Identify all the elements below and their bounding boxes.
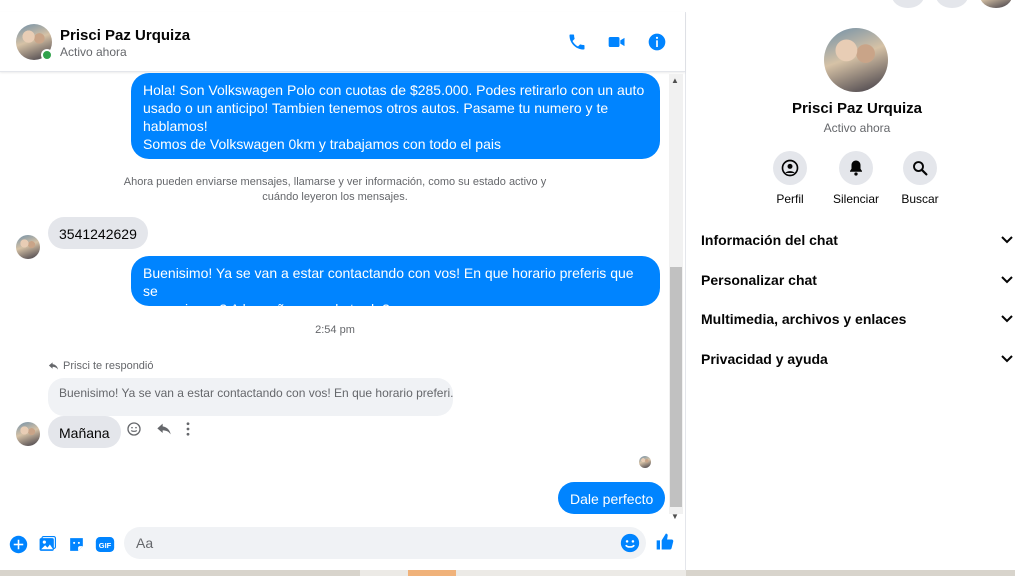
section-label: Personalizar chat — [701, 272, 817, 288]
conversation-header: Prisci Paz Urquiza Activo ahora — [0, 12, 685, 72]
message-input[interactable] — [136, 527, 616, 559]
reply-label-text: Prisci te respondió — [63, 360, 154, 372]
contact-avatar-small[interactable] — [16, 235, 40, 259]
search-button[interactable]: Buscar — [889, 151, 951, 206]
seen-avatar — [639, 456, 651, 468]
section-label: Privacidad y ayuda — [701, 351, 828, 367]
online-indicator — [41, 49, 53, 61]
top-menu-button[interactable] — [892, 0, 924, 8]
profile-icon — [773, 151, 807, 185]
search-label: Buscar — [901, 192, 939, 206]
section-customize-chat[interactable]: Personalizar chat — [701, 270, 1013, 290]
top-strip — [0, 0, 1015, 12]
section-label: Multimedia, archivos y enlaces — [701, 311, 907, 327]
scrollbar-thumb[interactable] — [670, 267, 682, 507]
phone-icon[interactable] — [565, 30, 589, 54]
contact-avatar-small[interactable] — [16, 422, 40, 446]
message-list: Hola! Son Volkswagen Polo con cuotas de … — [0, 73, 685, 520]
contact-name[interactable]: Prisci Paz Urquiza — [60, 27, 190, 44]
outgoing-message[interactable]: Buenisimo! Ya se van a estar contactando… — [131, 256, 660, 317]
outgoing-message[interactable]: Dale perfecto — [558, 482, 666, 514]
profile-avatar[interactable] — [824, 28, 888, 92]
mute-button[interactable]: Silenciar — [825, 151, 887, 206]
like-icon[interactable] — [655, 532, 675, 552]
react-emoji-icon[interactable] — [126, 421, 142, 437]
search-icon — [903, 151, 937, 185]
quoted-message[interactable]: Buenisimo! Ya se van a estar contactando… — [48, 378, 453, 416]
svg-text:GIF: GIF — [99, 540, 112, 549]
message-timestamp: 2:54 pm — [315, 324, 355, 336]
chevron-down-icon — [1001, 315, 1013, 323]
bottom-taskbar-strip — [0, 570, 1015, 576]
top-notifications-button[interactable] — [936, 0, 968, 8]
conversation-panel: Prisci Paz Urquiza Activo ahora Hola! So… — [0, 12, 686, 570]
outgoing-message[interactable]: Hola! Son Volkswagen Polo con cuotas de … — [131, 73, 660, 159]
incoming-message[interactable]: 3541242629 — [48, 217, 148, 249]
sticker-icon[interactable] — [66, 534, 86, 554]
message-composer: GIF — [0, 524, 685, 570]
plus-icon[interactable] — [8, 534, 28, 554]
section-privacy-help[interactable]: Privacidad y ayuda — [701, 349, 1013, 369]
emoji-icon[interactable] — [620, 533, 640, 553]
message-actions — [126, 421, 190, 437]
taskbar-segment — [360, 570, 408, 576]
incoming-message[interactable]: Mañana — [48, 416, 121, 448]
messenger-window: Prisci Paz Urquiza Activo ahora Hola! So… — [0, 0, 1015, 576]
profile-status: Activo ahora — [823, 121, 891, 135]
more-options-icon[interactable] — [186, 422, 190, 436]
chevron-down-icon — [1001, 276, 1013, 284]
profile-label: Perfil — [776, 192, 804, 206]
image-icon[interactable] — [37, 534, 57, 554]
account-avatar[interactable] — [980, 0, 1012, 8]
system-notice: Ahora pueden enviarse mensajes, llamarse… — [123, 176, 547, 203]
profile-button[interactable]: Perfil — [759, 151, 821, 206]
scroll-up-arrow-icon[interactable]: ▲ — [671, 76, 679, 85]
conversation-info-panel: Prisci Paz Urquiza Activo ahora Perfil S… — [687, 12, 1015, 570]
scroll-down-arrow-icon[interactable]: ▼ — [671, 512, 679, 521]
reply-label: Prisci te respondió — [48, 360, 154, 372]
section-label: Información del chat — [701, 232, 838, 248]
taskbar-segment — [456, 570, 686, 576]
info-icon[interactable] — [645, 30, 669, 54]
chevron-down-icon — [1001, 355, 1013, 363]
taskbar-segment — [408, 570, 456, 576]
section-chat-info[interactable]: Información del chat — [701, 230, 1013, 250]
mute-label: Silenciar — [832, 192, 880, 206]
video-camera-icon[interactable] — [605, 30, 629, 54]
message-input-box[interactable] — [124, 527, 646, 559]
gif-icon[interactable]: GIF — [95, 534, 115, 554]
section-media-files-links[interactable]: Multimedia, archivos y enlaces — [701, 309, 1013, 329]
reply-icon[interactable] — [156, 422, 172, 436]
reply-arrow-icon — [48, 362, 59, 370]
profile-name: Prisci Paz Urquiza — [791, 100, 923, 117]
chevron-down-icon — [1001, 236, 1013, 244]
contact-status: Activo ahora — [60, 45, 127, 59]
bell-icon — [839, 151, 873, 185]
